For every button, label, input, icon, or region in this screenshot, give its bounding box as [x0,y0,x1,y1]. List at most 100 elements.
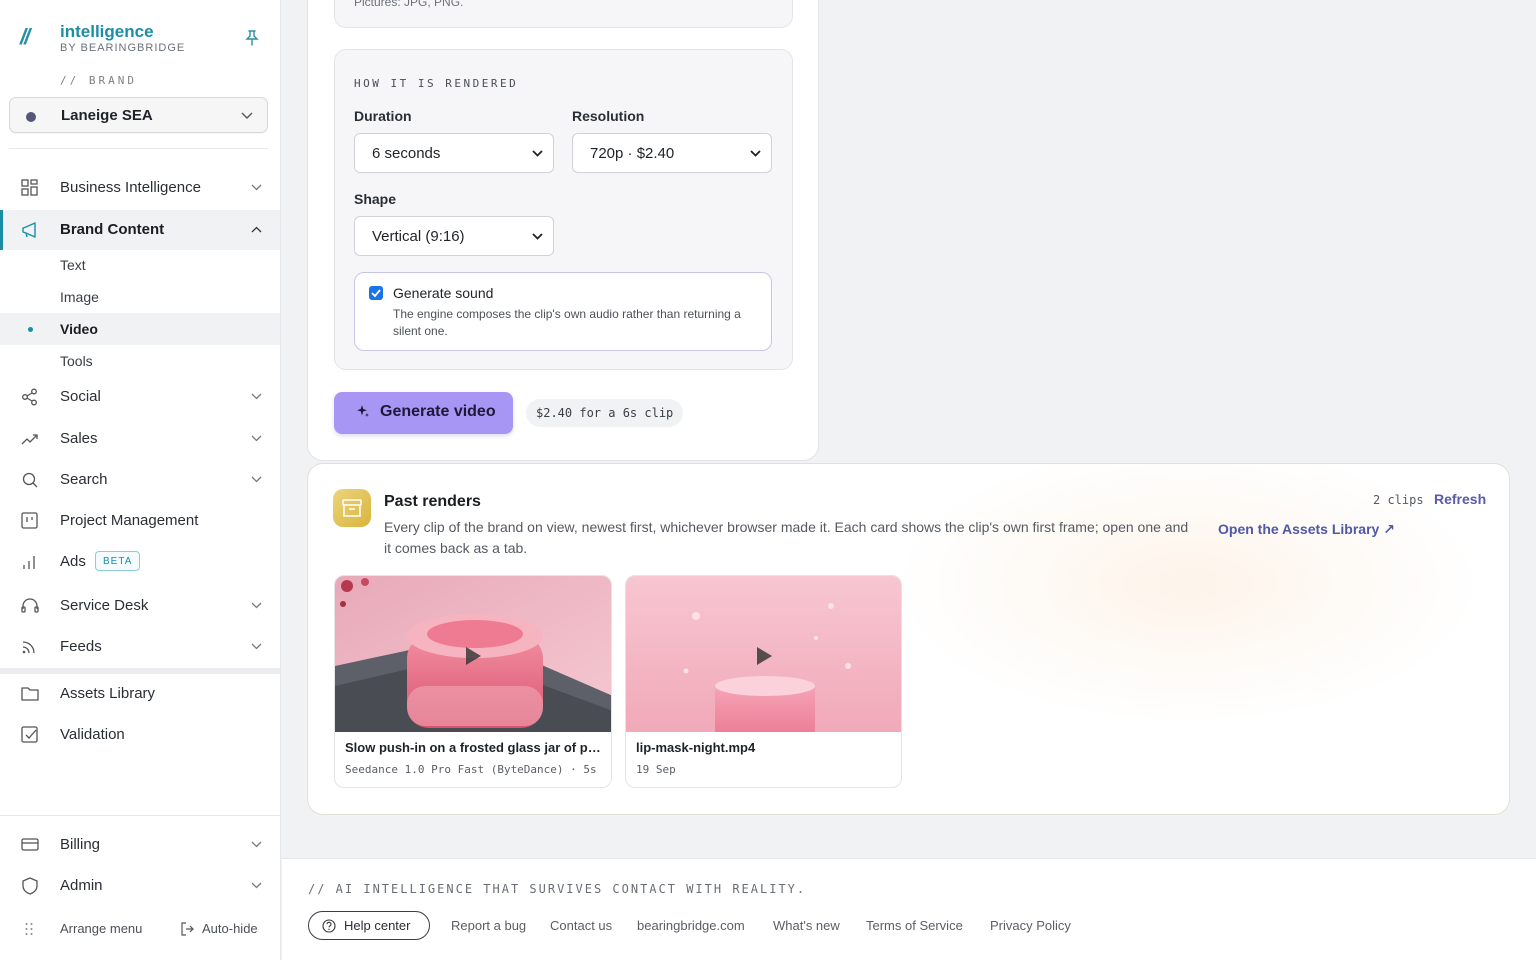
nav-label: Assets Library [60,685,156,702]
nav-admin[interactable]: Admin [0,866,280,906]
nav-feeds[interactable]: Feeds [0,627,280,667]
report-bug-link[interactable]: Report a bug [451,918,526,933]
resolution-select[interactable]: 720p · $2.40 [572,133,772,173]
chevron-down-icon [750,150,761,157]
shape-select[interactable]: Vertical (9:16) [354,216,554,256]
contact-us-link[interactable]: Contact us [550,918,612,933]
auto-hide-button[interactable]: Auto-hide [202,921,258,936]
terms-link[interactable]: Terms of Service [866,918,963,933]
upload-area[interactable]: Pictures: JPG, PNG. [334,0,793,28]
divider [9,148,268,149]
help-center-button[interactable]: Help center [308,911,430,940]
nav-business-intelligence[interactable]: Business Intelligence [0,168,280,208]
chevron-down-icon [532,150,543,157]
search-icon [22,472,38,488]
nav-label: Validation [60,726,125,743]
generate-video-button[interactable]: Generate video [334,392,513,434]
folder-icon [21,687,39,701]
nav-brand-content[interactable]: Brand Content [0,210,280,250]
chevron-down-icon [251,393,262,400]
card-icon [21,838,39,851]
generate-sound-checkbox[interactable] [369,286,383,300]
pin-icon[interactable] [245,30,259,46]
upload-hint: Pictures: JPG, PNG. [354,0,464,9]
brand-select[interactable]: Laneige SEA [9,97,268,133]
nav-service-desk[interactable]: Service Desk [0,586,280,626]
brand-dot [26,112,36,122]
logo-mark: // [20,24,30,49]
open-assets-library-link[interactable]: Open the Assets Library ↗ [1218,521,1395,538]
past-renders-desc: Every clip of the brand on view, newest … [384,519,1189,556]
logo[interactable]: // intelligence BY BEARINGBRIDGE [20,22,265,58]
chevron-up-icon [251,226,262,233]
nav-ads[interactable]: Ads BETA [0,542,280,582]
play-icon [757,647,772,665]
chevron-down-icon [251,602,262,609]
generate-sound-title: Generate sound [393,285,494,301]
shape-value: Vertical (9:16) [372,228,465,245]
logo-name: intelligence [60,22,154,41]
sub-item-image[interactable]: Image [0,281,280,313]
nav-project-management[interactable]: Project Management [0,501,280,541]
nav-billing[interactable]: Billing [0,825,280,865]
auto-hide-icon [181,922,194,936]
share-icon [22,388,37,406]
check-icon [371,289,381,298]
sub-item-video[interactable]: Video [0,313,280,345]
refresh-button[interactable]: Refresh [1434,491,1486,507]
whats-new-link[interactable]: What's new [773,918,840,933]
brand-label: // BRAND [60,74,137,87]
nav-search[interactable]: Search [0,460,280,500]
archive-icon [333,489,371,527]
clip-card[interactable]: lip-mask-night.mp4 19 Sep [625,575,902,788]
generate-sound-option[interactable]: Generate sound The engine composes the c… [354,272,772,351]
duration-value: 6 seconds [372,145,441,162]
arrange-menu-button[interactable]: Arrange menu [60,921,142,936]
duration-select[interactable]: 6 seconds [354,133,554,173]
nav-social[interactable]: Social [0,377,280,417]
chevron-down-icon [251,643,262,650]
nav-label: Project Management [60,512,199,529]
chevron-down-icon [251,476,262,483]
render-section-title: HOW IT IS RENDERED [354,77,519,90]
chevron-down-icon [251,841,262,848]
privacy-link[interactable]: Privacy Policy [990,918,1071,933]
megaphone-icon [22,222,36,238]
cost-estimate: $2.40 for a 6s clip [526,399,684,427]
chevron-down-icon [251,435,262,442]
drag-handle-icon[interactable] [24,922,34,936]
nav-label: Feeds [60,638,102,655]
sub-item-text[interactable]: Text [0,249,280,281]
nav-label: Search [60,471,108,488]
resolution-label: Resolution [572,108,645,124]
footer-tagline: // AI INTELLIGENCE THAT SURVIVES CONTACT… [308,882,807,896]
nav-label: Social [60,388,101,405]
chevron-down-icon [241,112,253,119]
nav-assets-library[interactable]: Assets Library [0,674,280,714]
chevron-down-icon [532,233,543,240]
divider [0,815,280,816]
sub-item-label: Text [60,257,86,273]
sub-item-tools[interactable]: Tools [0,345,280,377]
clip-title: lip-mask-night.mp4 [636,740,756,755]
headset-icon [21,598,39,613]
resolution-value: 720p · $2.40 [590,145,675,162]
clip-title: Slow push-in on a frosted glass jar of p… [345,740,603,755]
footer: // AI INTELLIGENCE THAT SURVIVES CONTACT… [282,858,1536,960]
trend-icon [21,434,38,445]
nav-label: Ads [60,553,86,570]
nav-label: Admin [60,877,103,894]
generate-sound-desc: The engine composes the clip's own audio… [393,307,741,338]
grid-icon [21,179,38,196]
generate-video-label: Generate video [380,403,496,420]
sub-item-label: Tools [60,353,93,369]
chevron-down-icon [251,882,262,889]
nav-validation[interactable]: Validation [0,715,280,755]
nav-sales[interactable]: Sales [0,419,280,459]
website-link[interactable]: bearingbridge.com [637,918,745,933]
sidebar: // intelligence BY BEARINGBRIDGE // BRAN… [0,0,281,960]
sub-item-label: Video [60,321,98,337]
past-renders-title: Past renders [384,493,481,510]
duration-label: Duration [354,108,412,124]
clip-card[interactable]: Slow push-in on a frosted glass jar of p… [334,575,612,788]
